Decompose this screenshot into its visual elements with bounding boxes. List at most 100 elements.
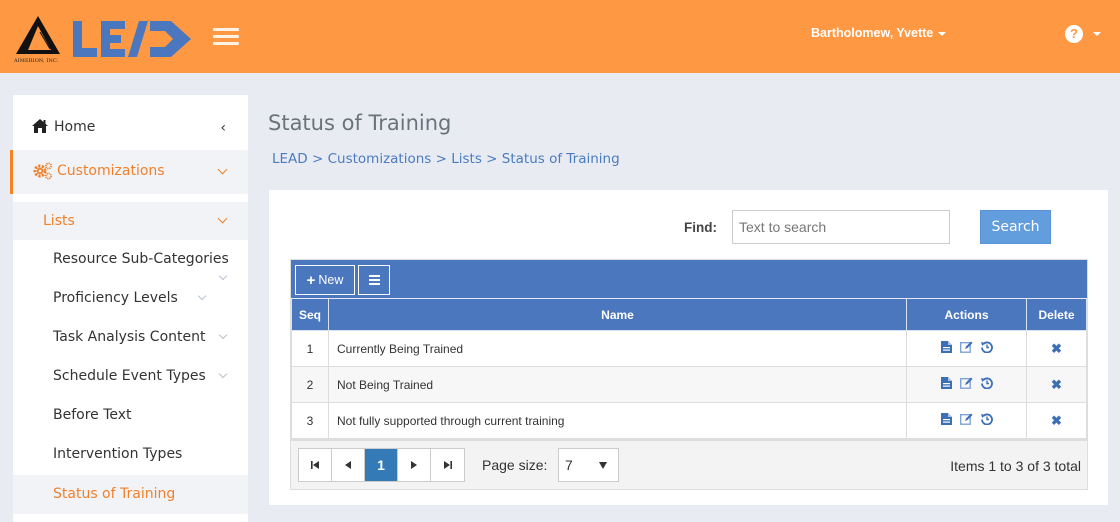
lead-logo[interactable]	[73, 19, 193, 59]
sidebar-item-home[interactable]: Home ‹	[13, 111, 248, 151]
chevron-down-icon	[217, 213, 228, 224]
column-menu-button[interactable]	[358, 265, 390, 295]
delete-x-icon[interactable]: ✖	[1051, 413, 1062, 428]
next-page-button[interactable]	[398, 449, 431, 481]
breadcrumb: LEAD > Customizations > Lists > Status o…	[272, 151, 620, 167]
column-header-delete: Delete	[1026, 298, 1087, 331]
sidebar-item-before-text[interactable]: Before Text	[13, 396, 248, 435]
view-icon[interactable]	[940, 377, 952, 392]
pagination: 1	[298, 448, 465, 482]
sidebar-item-schedule-event-types[interactable]: Schedule Event Types	[13, 357, 248, 396]
table-row[interactable]: 3 Not fully supported through current tra…	[291, 402, 1087, 439]
sidebar-item-label: Home	[54, 119, 96, 135]
cell-actions	[906, 402, 1027, 439]
page-size-select[interactable]: 7	[558, 448, 619, 482]
app-header: AIMERION, INC. Bartholomew, Yvette ?	[0, 0, 1120, 73]
previous-page-icon	[345, 461, 351, 469]
sidebar-item-label: Schedule Event Types	[53, 368, 206, 384]
breadcrumb-customizations[interactable]: Customizations	[328, 151, 432, 167]
sidebar-item-status-of-training[interactable]: Status of Training	[13, 475, 248, 514]
cell-seq: 3	[291, 402, 329, 439]
list-icon	[368, 273, 380, 287]
find-label: Find:	[684, 220, 717, 235]
page-size-value: 7	[565, 457, 573, 473]
breadcrumb-separator: >	[311, 151, 324, 167]
aimerion-logo-icon	[16, 16, 60, 54]
cell-name: Not fully supported through current trai…	[328, 402, 907, 439]
previous-page-button[interactable]	[332, 449, 365, 481]
sidebar-item-label: Intervention Types	[53, 446, 183, 462]
table-row[interactable]: 1 Currently Being Trained ✖	[291, 330, 1087, 367]
sidebar-item-label: Lists	[43, 213, 75, 229]
sidebar-item-task-analysis-content[interactable]: Task Analysis Content	[13, 318, 248, 357]
cell-delete: ✖	[1026, 330, 1087, 367]
edit-icon[interactable]	[959, 341, 973, 356]
user-name: Bartholomew, Yvette	[811, 26, 934, 40]
next-page-icon	[411, 461, 417, 469]
page-button-current[interactable]: 1	[365, 449, 398, 481]
header-row: Seq Name Actions Delete	[291, 298, 1087, 331]
chevron-down-icon	[218, 330, 228, 340]
delete-x-icon[interactable]: ✖	[1051, 341, 1062, 356]
column-header-name[interactable]: Name	[328, 298, 907, 331]
cell-actions	[906, 366, 1027, 403]
edit-icon[interactable]	[959, 377, 973, 392]
pager-info: Items 1 to 3 of 3 total	[950, 458, 1081, 474]
chevron-left-icon: ‹	[220, 120, 226, 136]
sidebar-item-proficiency-levels[interactable]: Proficiency Levels	[13, 279, 248, 318]
page-size-label: Page size:	[482, 457, 548, 473]
last-page-button[interactable]	[431, 449, 464, 481]
sidebar-item-label: Proficiency Levels	[53, 290, 178, 306]
sidebar-item-label: Before Text	[53, 407, 132, 423]
history-icon[interactable]	[980, 413, 993, 428]
sidebar-item-label: Task Analysis Content	[53, 329, 206, 345]
view-icon[interactable]	[940, 341, 952, 356]
delete-x-icon[interactable]: ✖	[1051, 377, 1062, 392]
content-card: Find: Search + New Seq Name Actions Dele…	[269, 190, 1108, 505]
sidebar-item-lists[interactable]: Lists	[13, 202, 248, 240]
cell-name: Not Being Trained	[328, 366, 907, 403]
sidebar: Home ‹ Customizations Lists Resource Sub…	[10, 95, 248, 522]
new-button[interactable]: + New	[295, 265, 355, 295]
last-page-icon	[443, 461, 452, 469]
search-button[interactable]: Search	[980, 210, 1051, 244]
menu-toggle-icon[interactable]	[213, 28, 239, 48]
help-icon: ?	[1065, 25, 1083, 43]
column-header-actions: Actions	[906, 298, 1027, 331]
cell-name: Currently Being Trained	[328, 330, 907, 367]
grid-table: Seq Name Actions Delete 1 Currently Being…	[291, 298, 1087, 439]
breadcrumb-lead[interactable]: LEAD	[272, 151, 308, 167]
sidebar-item-label: Customizations	[57, 163, 165, 179]
view-icon[interactable]	[940, 413, 952, 428]
breadcrumb-current[interactable]: Status of Training	[502, 151, 620, 167]
search-input[interactable]	[732, 210, 950, 244]
data-grid: + New Seq Name Actions Delete 1 Currently…	[290, 259, 1088, 490]
help-menu[interactable]: ?	[1065, 25, 1101, 43]
first-page-icon	[311, 461, 319, 469]
history-icon[interactable]	[980, 341, 993, 356]
grid-pager: 1 Page size: 7 Items 1 to 3 of 3 total	[291, 439, 1087, 489]
chevron-down-icon	[217, 164, 228, 175]
chevron-down-icon	[197, 291, 207, 301]
logo-company-name: AIMERION, INC.	[14, 58, 59, 64]
sidebar-item-resource-sub-categories[interactable]: Resource Sub-Categories	[13, 240, 248, 281]
edit-icon[interactable]	[959, 413, 973, 428]
history-icon[interactable]	[980, 377, 993, 392]
cell-delete: ✖	[1026, 402, 1087, 439]
sidebar-item-intervention-types[interactable]: Intervention Types	[13, 435, 248, 474]
table-row[interactable]: 2 Not Being Trained ✖	[291, 366, 1087, 403]
breadcrumb-lists[interactable]: Lists	[451, 151, 482, 167]
cell-delete: ✖	[1026, 366, 1087, 403]
cell-seq: 2	[291, 366, 329, 403]
user-menu[interactable]: Bartholomew, Yvette	[811, 26, 947, 40]
new-button-label: New	[318, 273, 344, 287]
grid-toolbar: + New	[291, 260, 1087, 298]
chevron-down-icon	[218, 369, 228, 379]
dropdown-arrow-icon	[599, 462, 607, 469]
gears-icon	[33, 162, 52, 180]
caret-down-icon	[1093, 32, 1101, 36]
first-page-button[interactable]	[299, 449, 332, 481]
column-header-seq[interactable]: Seq	[291, 298, 329, 331]
caret-down-icon	[938, 31, 947, 36]
sidebar-item-customizations[interactable]: Customizations	[10, 150, 248, 194]
